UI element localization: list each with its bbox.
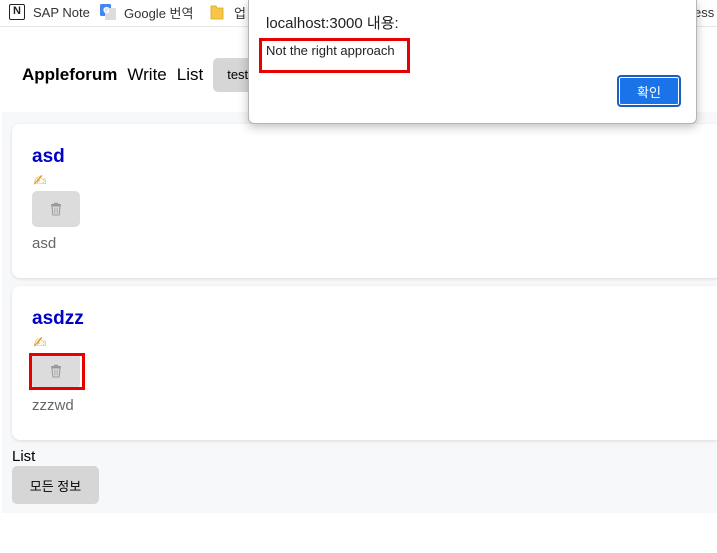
folder-icon xyxy=(210,4,226,20)
bookmark-label: 업 xyxy=(234,5,246,21)
nav-list-link[interactable]: List xyxy=(177,65,203,85)
edit-icon[interactable]: ✍ xyxy=(33,333,46,353)
bookmark-google-translate[interactable]: G Google 번역 xyxy=(100,3,193,21)
all-info-button[interactable]: 모든 정보 xyxy=(12,466,99,504)
post-title-link[interactable]: asdzz xyxy=(32,308,84,330)
svg-text:G: G xyxy=(103,6,110,15)
bookmark-sap-note[interactable]: N SAP Note xyxy=(9,3,90,21)
notion-icon: N xyxy=(9,4,25,20)
navbar: Appleforum Write List test xyxy=(22,58,286,92)
bookmark-more[interactable]: ess xyxy=(694,3,714,21)
nav-write-link[interactable]: Write xyxy=(127,65,166,85)
brand-logo[interactable]: Appleforum xyxy=(22,65,117,85)
bookmark-label: SAP Note xyxy=(33,4,90,20)
edit-icon[interactable]: ✍ xyxy=(33,171,46,191)
dialog-title: localhost:3000 내용: xyxy=(266,15,399,32)
post-card: asd ✍ asd xyxy=(12,124,717,278)
post-content: asd xyxy=(32,235,57,252)
dialog-ok-button[interactable]: 확인 xyxy=(617,75,681,107)
delete-button[interactable] xyxy=(32,191,80,227)
bookmark-label: Google 번역 xyxy=(124,5,194,21)
trash-icon xyxy=(51,202,61,216)
post-content: zzzwd xyxy=(32,397,74,414)
highlight-box xyxy=(259,38,410,73)
post-title-link[interactable]: asd xyxy=(32,146,65,168)
highlight-box xyxy=(29,353,85,390)
post-card: asdzz ✍ zzzwd xyxy=(12,286,717,440)
bookmark-label: ess xyxy=(694,4,715,20)
bookmark-folder[interactable]: 업 xyxy=(210,3,246,21)
list-label: List xyxy=(12,448,36,465)
google-translate-icon: G xyxy=(100,4,116,20)
